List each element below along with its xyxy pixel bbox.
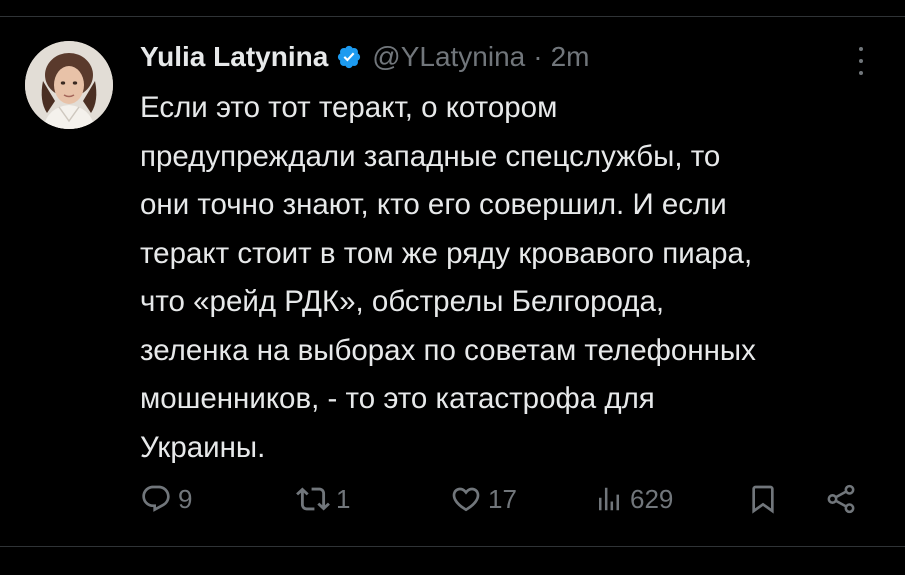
tweet-text-line: что «рейд РДК», обстрелы Белгорода,: [140, 285, 665, 318]
heart-icon: [452, 487, 480, 512]
views-count: 629: [630, 483, 674, 514]
more-dot: [859, 59, 863, 63]
more-dot: [859, 47, 863, 51]
like-button[interactable]: 17: [450, 479, 517, 519]
repost-button[interactable]: 1: [296, 479, 350, 519]
more-dot: [859, 71, 863, 75]
tweet-text: Если это тот теракт, о котором предупреж…: [140, 84, 885, 472]
tweet-text-line: они точно знают, кто его совершил. И есл…: [140, 188, 727, 221]
header-separator: ·: [533, 41, 543, 72]
like-count: 17: [488, 483, 517, 514]
bottom-divider: [0, 546, 905, 547]
author-display-name[interactable]: Yulia Latynina: [140, 41, 328, 73]
tweet-text-line: Украины.: [140, 430, 266, 464]
reply-button[interactable]: 9: [140, 479, 192, 519]
verified-badge-icon: [336, 44, 362, 70]
share-icon: [827, 484, 855, 514]
tweet-card[interactable]: Yulia Latynina @YLatynina · 2m Если это …: [0, 17, 905, 546]
more-options-icon[interactable]: [851, 47, 871, 75]
reply-icon: [142, 485, 170, 512]
repost-icon: [296, 487, 330, 511]
share-button[interactable]: [824, 479, 858, 519]
avatar[interactable]: [25, 41, 113, 129]
tweet-text-line: зеленка на выборах по советам телефонных: [140, 333, 756, 367]
tweet-header: Yulia Latynina @YLatynina · 2m: [140, 39, 589, 75]
bookmark-button[interactable]: [747, 479, 779, 519]
tweet-text-line: предупреждали западные спецслужбы, то: [140, 139, 721, 173]
tweet-text-line: теракт стоит в том же ряду кровавого пиа…: [140, 236, 753, 270]
tweet-timestamp[interactable]: 2m: [551, 41, 590, 73]
avatar-portrait: [25, 41, 113, 129]
tweet-text-line: Если это тот теракт, о котором: [140, 91, 558, 124]
bookmark-icon: [752, 485, 774, 514]
action-bar: 9 1 17 629: [0, 479, 905, 519]
views-bar-chart-icon: [599, 487, 619, 511]
views-button[interactable]: 629: [594, 479, 673, 519]
author-handle[interactable]: @YLatynina: [372, 41, 525, 73]
tweet-text-line: мошенников, - то это катастрофа для: [140, 382, 655, 415]
repost-count: 1: [336, 483, 351, 514]
reply-count: 9: [178, 483, 193, 514]
